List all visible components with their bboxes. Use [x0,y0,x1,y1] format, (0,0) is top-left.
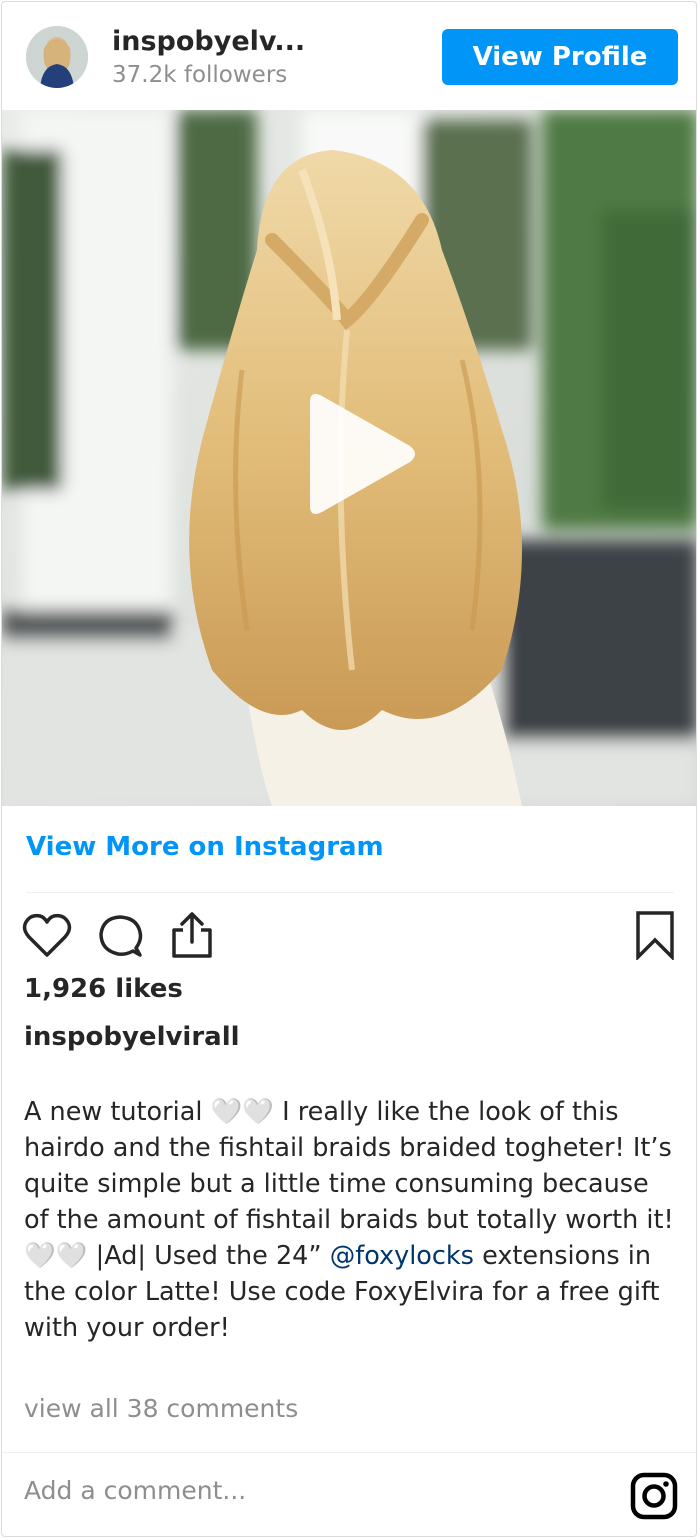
heart-icon[interactable] [22,912,72,960]
view-profile-button[interactable]: View Profile [442,29,678,85]
instagram-logo-icon[interactable] [630,1472,678,1520]
divider [26,892,674,893]
play-icon[interactable] [292,386,420,522]
view-comments-link[interactable]: view all 38 comments [24,1394,298,1423]
mention-link[interactable]: @foxylocks [330,1241,474,1271]
divider [2,1452,696,1453]
share-icon[interactable] [168,910,216,960]
follower-count: 37.2k followers [112,62,288,88]
post-video[interactable] [2,110,696,806]
view-more-link[interactable]: View More on Instagram [26,832,384,862]
bookmark-icon[interactable] [634,910,676,960]
avatar[interactable] [26,26,88,88]
instagram-embed-card: inspobyelv... 37.2k followers View Profi… [1,1,697,1537]
like-count[interactable]: 1,926 likes [24,974,183,1004]
comment-input[interactable]: Add a comment... [24,1476,246,1505]
caption-author[interactable]: inspobyelvirall [24,1022,240,1052]
comment-icon[interactable] [96,912,144,960]
caption-text: A new tutorial 🤍🤍 I really like the look… [24,1094,674,1346]
profile-username[interactable]: inspobyelv... [112,26,305,57]
post-header: inspobyelv... 37.2k followers View Profi… [2,2,696,110]
